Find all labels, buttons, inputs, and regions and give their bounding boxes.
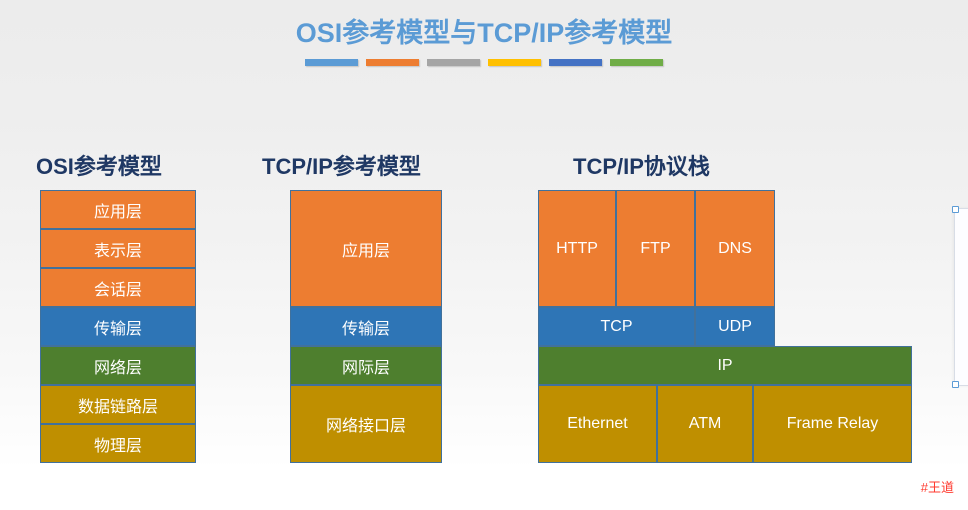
title-block: OSI参考模型与TCP/IP参考模型 (0, 16, 968, 66)
osi-layer-session[interactable]: 会话层 (40, 268, 196, 307)
stack-protocol-http[interactable]: HTTP (538, 190, 616, 307)
osi-layer-datalink[interactable]: 数据链路层 (40, 385, 196, 424)
stack-protocol-udp[interactable]: UDP (695, 307, 775, 346)
stack-protocol-atm[interactable]: ATM (657, 385, 753, 463)
watermark-label: #王道 (920, 480, 954, 495)
selection-handle-top-left[interactable] (952, 206, 959, 213)
accent-bar-group (0, 59, 968, 66)
osi-layer-presentation[interactable]: 表示层 (40, 229, 196, 268)
offscreen-side-panel[interactable] (952, 206, 968, 388)
selection-handle-bottom-left[interactable] (952, 381, 959, 388)
stack-protocol-frame-relay[interactable]: Frame Relay (753, 385, 912, 463)
tcpip-layer-transport[interactable]: 传输层 (290, 307, 442, 346)
accent-bar-gray (427, 59, 480, 66)
column-heading-tcpip: TCP/IP参考模型 (262, 154, 421, 179)
slide-canvas: OSI参考模型与TCP/IP参考模型 OSI参考模型 TCP/IP参考模型 TC… (0, 0, 968, 510)
accent-bar-green (610, 59, 663, 66)
stack-protocol-ip[interactable]: IP (538, 346, 912, 385)
accent-bar-yellow (488, 59, 541, 66)
tcpip-layer-network-interface[interactable]: 网络接口层 (290, 385, 442, 463)
tcpip-layer-application[interactable]: 应用层 (290, 190, 442, 307)
column-heading-stack: TCP/IP协议栈 (573, 154, 710, 179)
column-heading-osi: OSI参考模型 (36, 154, 162, 179)
osi-layer-transport[interactable]: 传输层 (40, 307, 196, 346)
stack-protocol-tcp[interactable]: TCP (538, 307, 695, 346)
accent-bar-indigo (549, 59, 602, 66)
osi-layer-application[interactable]: 应用层 (40, 190, 196, 229)
accent-bar-orange (366, 59, 419, 66)
accent-bar-blue (305, 59, 358, 66)
page-title: OSI参考模型与TCP/IP参考模型 (295, 18, 673, 48)
osi-layer-physical[interactable]: 物理层 (40, 424, 196, 463)
stack-protocol-ftp[interactable]: FTP (616, 190, 695, 307)
osi-layer-network[interactable]: 网络层 (40, 346, 196, 385)
stack-protocol-ethernet[interactable]: Ethernet (538, 385, 657, 463)
tcpip-layer-internet[interactable]: 网际层 (290, 346, 442, 385)
stack-protocol-dns[interactable]: DNS (695, 190, 775, 307)
